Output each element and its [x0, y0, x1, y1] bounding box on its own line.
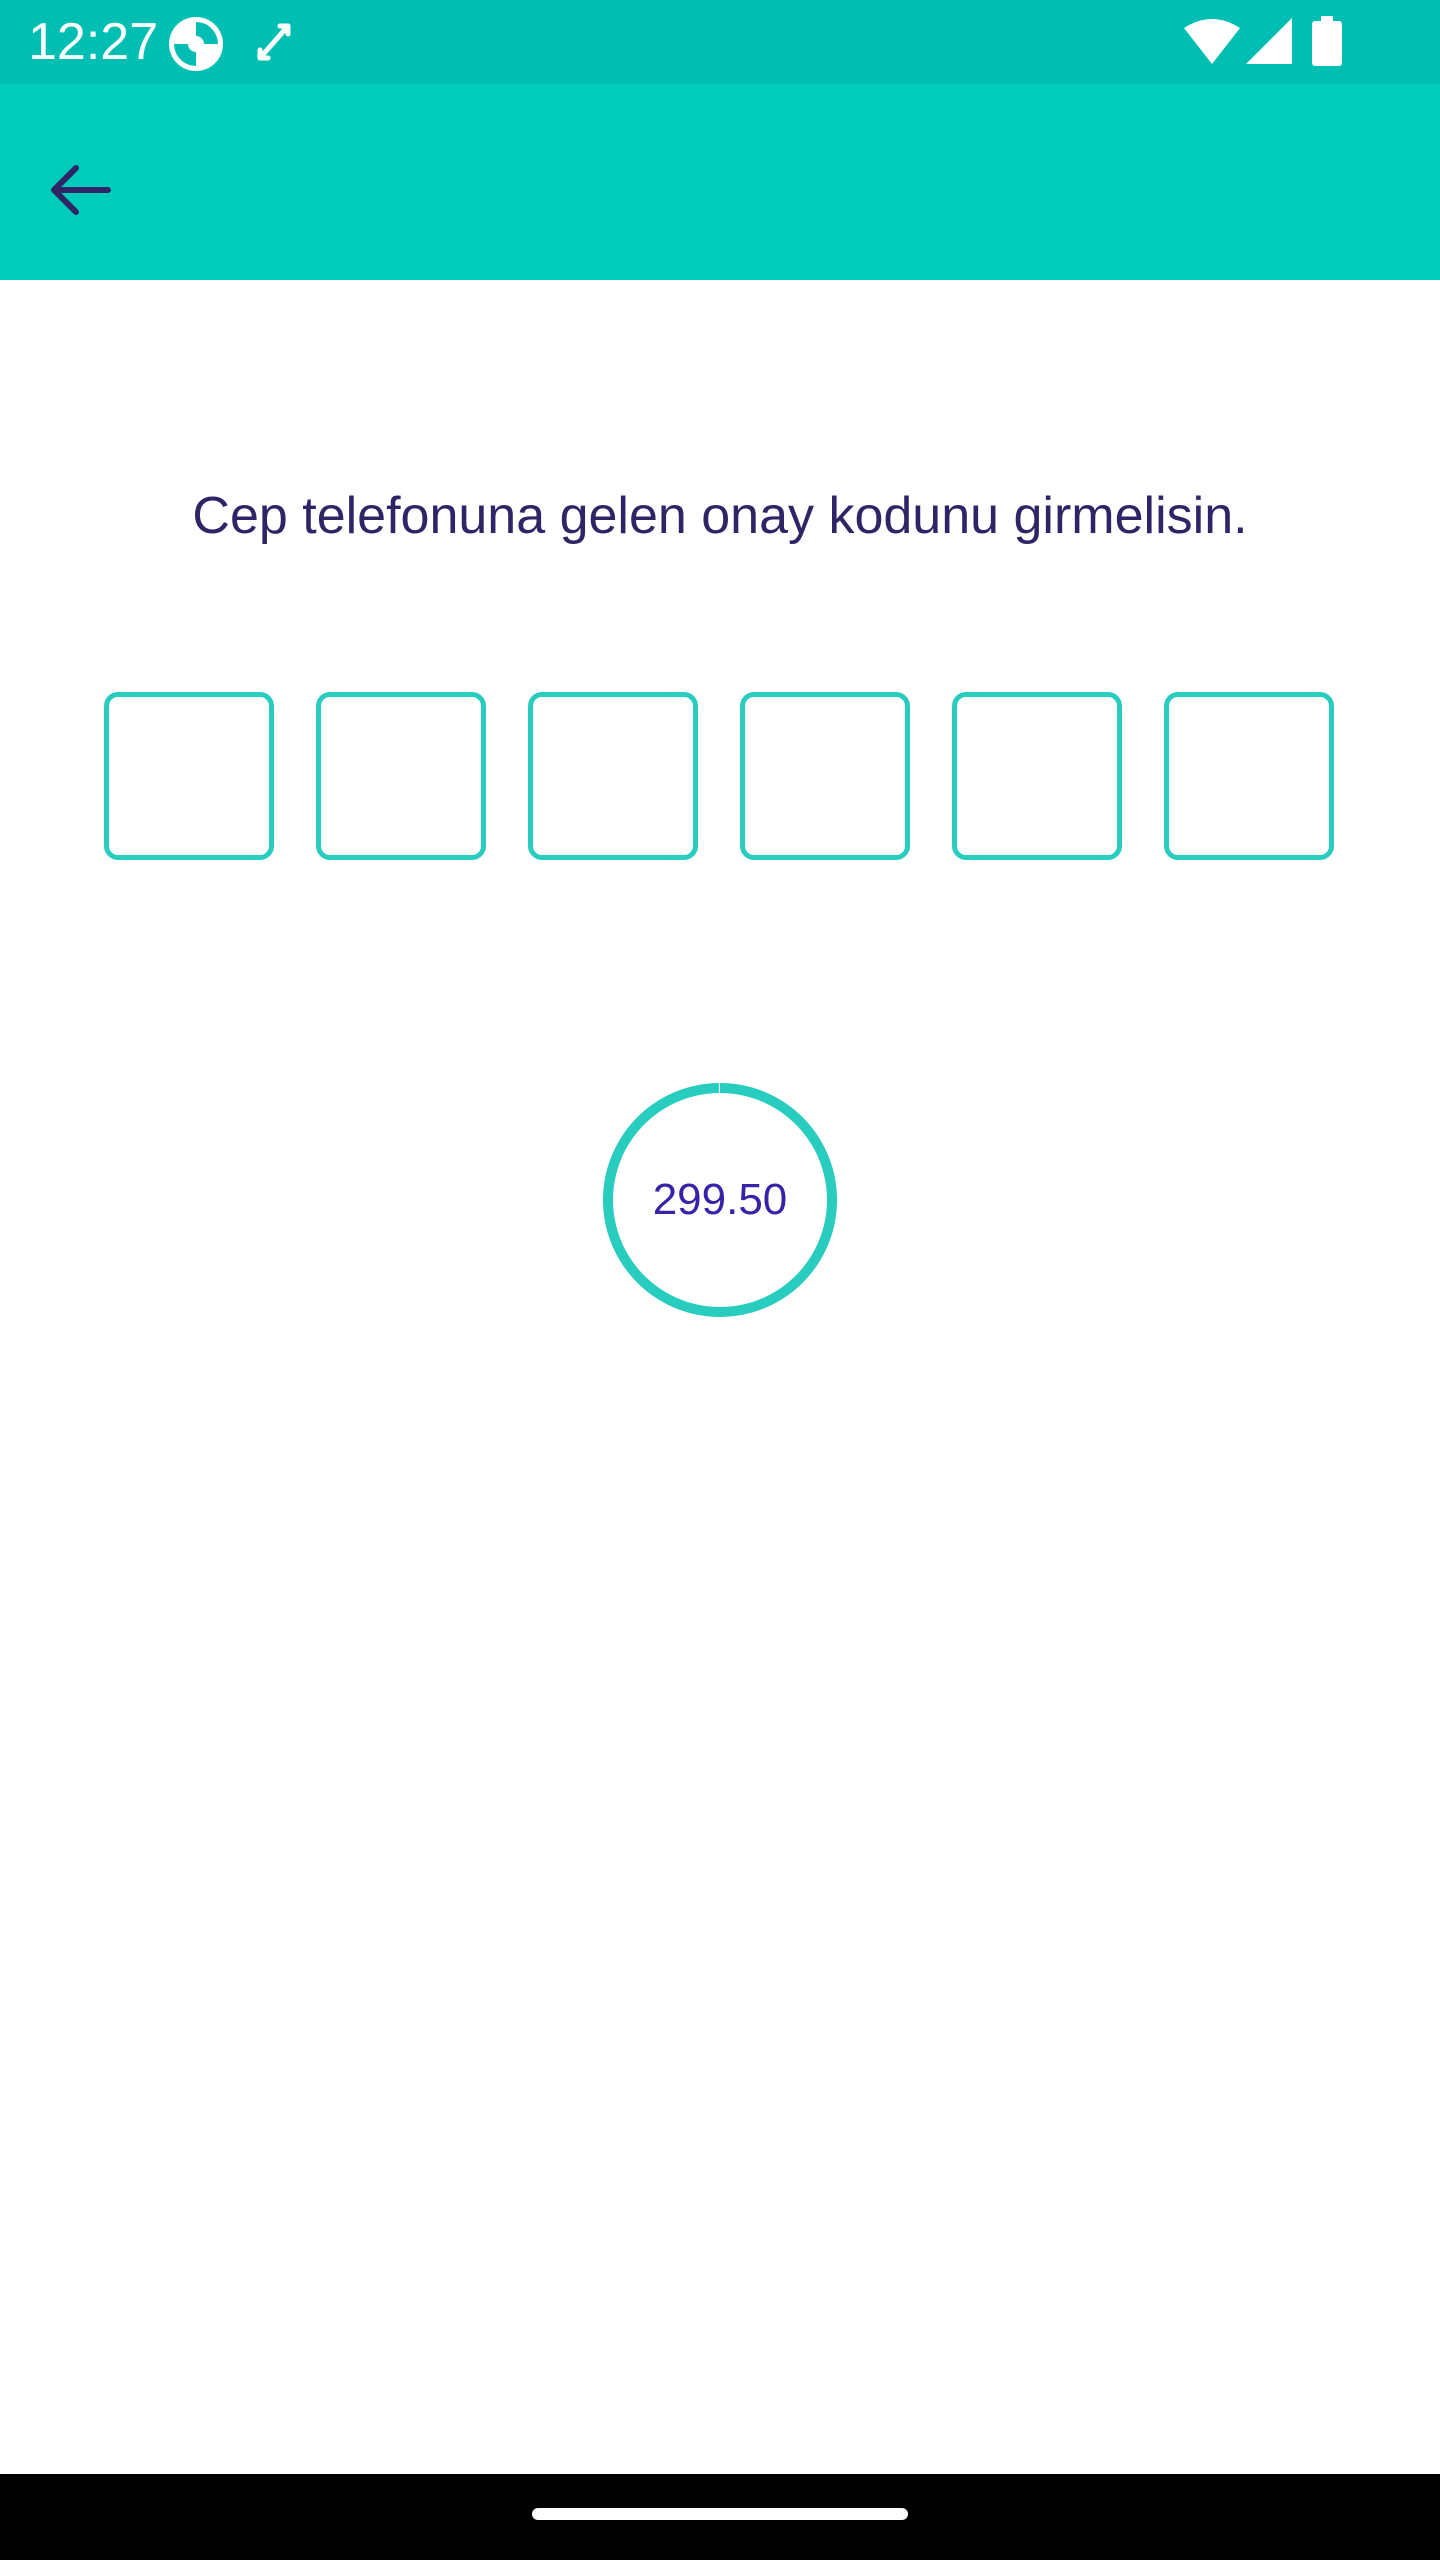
otp-digit-input[interactable] [740, 692, 910, 860]
screen-rotate-icon [254, 20, 294, 64]
countdown-timer: 299.50 [600, 1080, 840, 1320]
status-bar: 12:27 [0, 0, 1440, 84]
wifi-icon [1184, 18, 1240, 66]
instruction-text: Cep telefonuna gelen onay kodunu girmeli… [192, 487, 1248, 545]
otp-input-row [104, 692, 1336, 860]
otp-digit-input[interactable] [316, 692, 486, 860]
app-bar [0, 84, 1440, 280]
cell-signal-icon [1246, 18, 1292, 64]
otp-digit-input[interactable] [528, 692, 698, 860]
otp-digit-input[interactable] [104, 692, 274, 860]
otp-digit-input[interactable] [952, 692, 1122, 860]
app-notification-icon [166, 14, 226, 74]
home-indicator[interactable] [532, 2508, 908, 2520]
arrow-left-icon [51, 165, 111, 215]
battery-icon [1312, 16, 1342, 66]
countdown-text: 299.50 [652, 1175, 788, 1224]
otp-digit-input[interactable] [1164, 692, 1334, 860]
status-time: 12:27 [28, 13, 159, 71]
back-button[interactable] [30, 140, 130, 240]
